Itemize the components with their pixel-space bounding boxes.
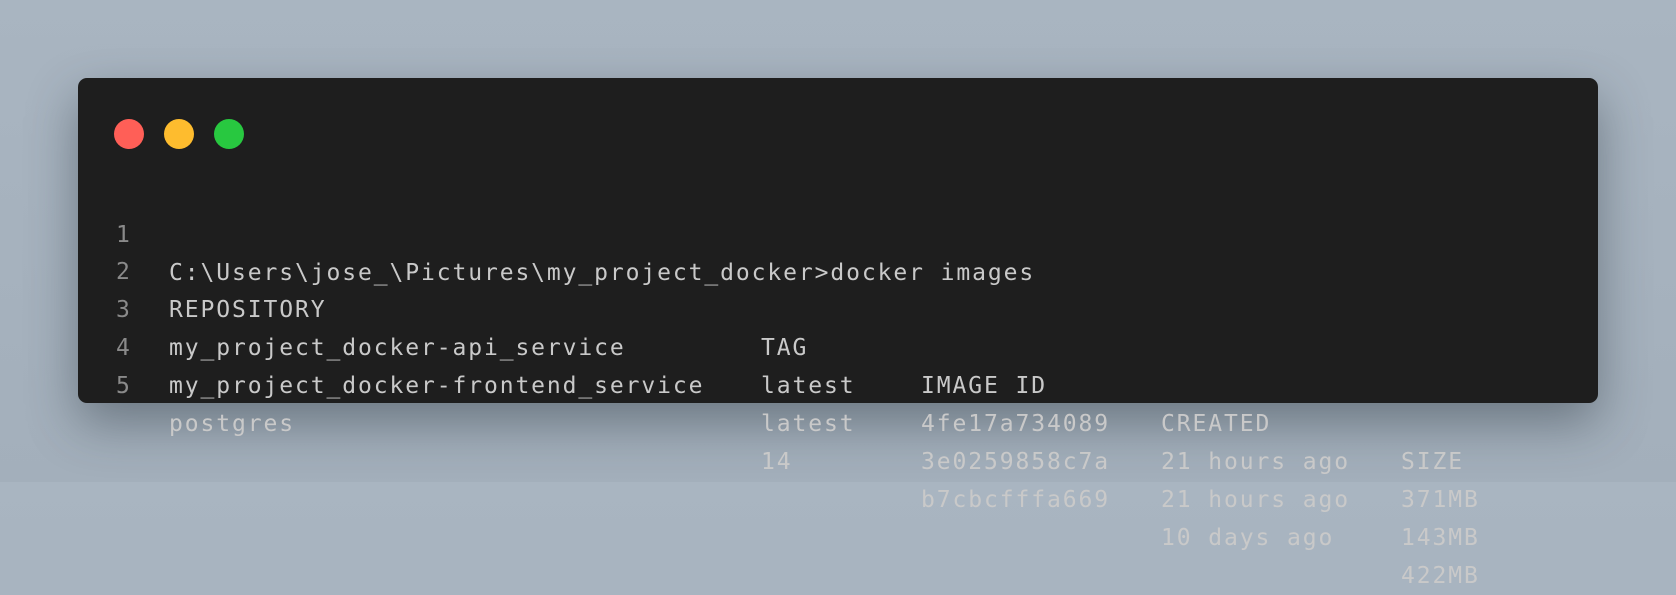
- image-id-cell: 3e0259858c7a: [921, 449, 1110, 475]
- close-window-button[interactable]: [114, 119, 144, 149]
- size-cell: 143MB: [1401, 525, 1480, 551]
- created-cell: 10 days ago: [1161, 525, 1335, 551]
- tag-cell: 14: [761, 449, 793, 475]
- maximize-window-button[interactable]: [214, 119, 244, 149]
- minimize-window-button[interactable]: [164, 119, 194, 149]
- repository-cell: postgres: [169, 411, 295, 437]
- image-id-cell: 4fe17a734089: [921, 411, 1110, 437]
- table-row: 5 postgres 14 b7cbcfffa669 10 days ago 4…: [0, 329, 1676, 589]
- tag-cell: latest: [761, 373, 856, 399]
- table-header-row: 2 REPOSITORY TAG IMAGE ID CREATED SIZE: [0, 215, 1676, 475]
- image-id-cell: b7cbcfffa669: [921, 487, 1110, 513]
- repository-cell: my_project_docker-frontend_service: [169, 373, 705, 399]
- header-size: SIZE: [1401, 449, 1464, 475]
- terminal-line-command: 1 C:\Users\jose_\Pictures\my_project_doc…: [0, 178, 1676, 286]
- table-row: 3 my_project_docker-api_service latest 4…: [0, 253, 1676, 513]
- header-image-id: IMAGE ID: [921, 373, 1047, 399]
- line-number: 5: [116, 373, 130, 399]
- header-created: CREATED: [1161, 411, 1272, 437]
- tag-cell: latest: [761, 411, 856, 437]
- size-cell: 371MB: [1401, 487, 1480, 513]
- table-row: 4 my_project_docker-frontend_service lat…: [0, 291, 1676, 551]
- size-cell: 422MB: [1401, 563, 1480, 589]
- created-cell: 21 hours ago: [1161, 487, 1350, 513]
- created-cell: 21 hours ago: [1161, 449, 1350, 475]
